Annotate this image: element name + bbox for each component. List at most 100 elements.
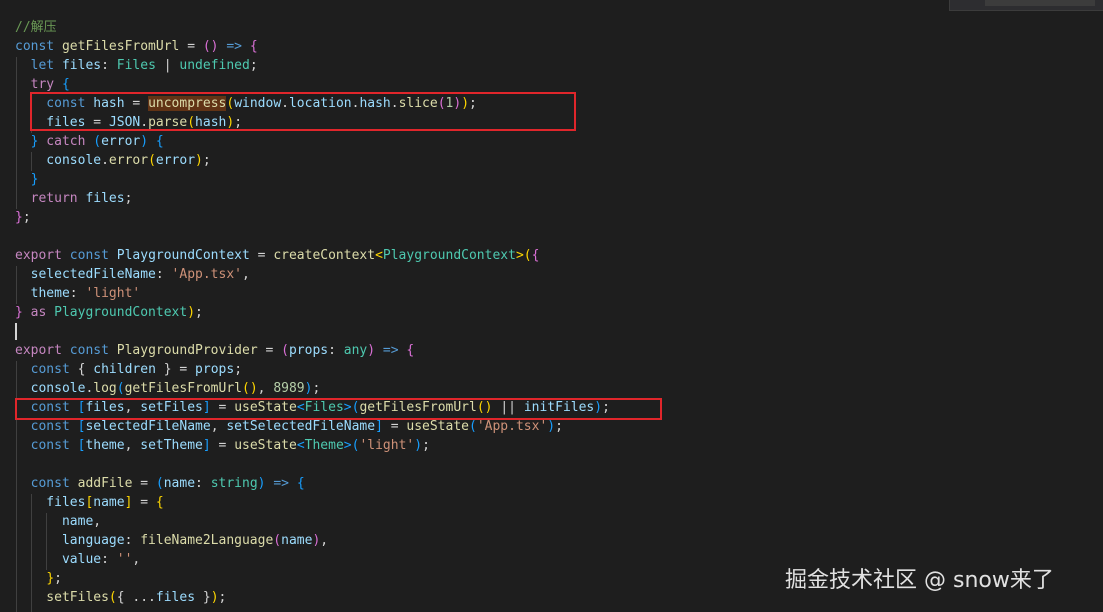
- code-token: export: [15, 343, 70, 358]
- highlight-box-hash-decode: [30, 92, 576, 131]
- code-token: undefined: [179, 58, 250, 73]
- code-token: ,: [257, 381, 274, 396]
- code-token: selectedFileName: [15, 267, 156, 282]
- code-line[interactable]: const addFile = (name: string) => {: [15, 474, 305, 493]
- code-line[interactable]: } as PlaygroundContext);: [15, 303, 203, 322]
- code-token: ;: [249, 58, 258, 73]
- code-line[interactable]: language: fileName2Language(name),: [15, 531, 328, 550]
- code-token: fileName2Language: [140, 533, 274, 548]
- code-token: getFilesFromUrl: [61, 39, 180, 54]
- code-token: {: [61, 77, 70, 92]
- code-token: '': [116, 552, 133, 567]
- code-token: setFiles: [15, 590, 109, 605]
- code-line[interactable]: console.log(getFilesFromUrl(), 8989);: [15, 379, 321, 398]
- code-line[interactable]: const getFilesFromUrl = () => {: [15, 37, 258, 56]
- code-token: ;: [195, 305, 203, 320]
- code-token: 'App.tsx': [171, 267, 242, 282]
- code-token: ;: [54, 571, 62, 586]
- code-token: const: [69, 343, 117, 358]
- code-line[interactable]: console.error(error);: [15, 151, 210, 170]
- code-token: ,: [132, 552, 141, 567]
- code-token: <: [296, 438, 305, 453]
- code-token: =>: [375, 343, 407, 358]
- code-token: <: [375, 248, 383, 263]
- code-token: =: [132, 476, 156, 491]
- code-token: PlaygroundContext: [54, 305, 188, 320]
- code-token: :: [101, 58, 117, 73]
- code-line[interactable]: selectedFileName: 'App.tsx',: [15, 265, 250, 284]
- code-token: 'light': [85, 286, 141, 301]
- code-token: {: [406, 343, 415, 358]
- code-token: getFilesFromUrl: [124, 381, 242, 396]
- code-line[interactable]: };: [15, 208, 31, 227]
- code-token: {: [531, 248, 540, 263]
- code-token: ;: [234, 362, 243, 377]
- code-line[interactable]: return files;: [15, 189, 133, 208]
- text-cursor: [15, 323, 17, 340]
- code-token: addFile: [77, 476, 133, 491]
- code-token: ]: [375, 419, 383, 434]
- code-token: { ...: [116, 590, 156, 605]
- code-token: =: [249, 248, 274, 263]
- code-line[interactable]: } catch (error) {: [15, 132, 164, 151]
- code-line[interactable]: setFiles({ ...files });: [15, 588, 226, 607]
- code-token: export: [15, 248, 70, 263]
- code-token: }: [195, 590, 211, 605]
- code-line[interactable]: name,: [15, 512, 101, 531]
- code-line[interactable]: const [theme, setTheme] = useState<Theme…: [15, 436, 430, 455]
- watermark: 掘金技术社区 @ snow来了: [785, 568, 1054, 593]
- code-token: }: [15, 305, 23, 320]
- code-token: console: [15, 381, 86, 396]
- code-token: const: [15, 476, 78, 491]
- code-token: :: [155, 267, 172, 282]
- code-token: 'light': [359, 438, 415, 453]
- code-line[interactable]: };: [15, 569, 62, 588]
- code-token: >: [343, 438, 352, 453]
- code-token: name: [163, 476, 196, 491]
- code-token: =>: [218, 39, 250, 54]
- highlight-box-usestate-files: [15, 398, 662, 420]
- editor-toolbar: [949, 0, 1103, 11]
- code-token: props: [195, 362, 235, 377]
- code-line[interactable]: value: '',: [15, 550, 140, 569]
- code-token: (: [281, 343, 289, 358]
- code-line[interactable]: }: [15, 170, 39, 189]
- code-token: ): [547, 419, 556, 434]
- code-token: =>: [265, 476, 297, 491]
- code-token: useState: [234, 438, 297, 453]
- code-token: {: [249, 39, 258, 54]
- code-token: ,: [93, 514, 102, 529]
- code-token: } =: [155, 362, 196, 377]
- code-token: PlaygroundContext: [382, 248, 516, 263]
- code-line[interactable]: files[name] = {: [15, 493, 163, 512]
- code-line[interactable]: //解压: [15, 18, 57, 37]
- code-token: ): [195, 153, 203, 168]
- code-token: (: [93, 134, 102, 149]
- code-line[interactable]: const { children } = props;: [15, 360, 242, 379]
- code-editor[interactable]: //解压 const getFilesFromUrl = () => { let …: [0, 0, 1103, 612]
- code-line[interactable]: let files: Files | undefined;: [15, 56, 258, 75]
- code-token: name: [281, 533, 313, 548]
- code-token: ;: [218, 590, 227, 605]
- code-token: ]: [202, 438, 211, 453]
- code-line[interactable]: export const PlaygroundContext = createC…: [15, 246, 539, 265]
- code-line[interactable]: export const PlaygroundProvider = (props…: [15, 341, 414, 360]
- find-widget-stub[interactable]: [985, 0, 1095, 6]
- code-line[interactable]: theme: 'light': [15, 284, 141, 303]
- code-token: //解压: [15, 20, 57, 35]
- code-token: ): [140, 134, 149, 149]
- code-token: |: [155, 58, 180, 73]
- code-token: ;: [312, 381, 321, 396]
- code-token: theme: [15, 286, 70, 301]
- code-token: files: [15, 495, 86, 510]
- code-token: log: [93, 381, 117, 396]
- code-token: (: [148, 153, 156, 168]
- code-token: Theme: [304, 438, 344, 453]
- code-token: const: [15, 362, 78, 377]
- code-token: (): [242, 381, 258, 396]
- code-token: .: [101, 153, 109, 168]
- code-token: createContext: [273, 248, 376, 263]
- code-token: Files: [116, 58, 156, 73]
